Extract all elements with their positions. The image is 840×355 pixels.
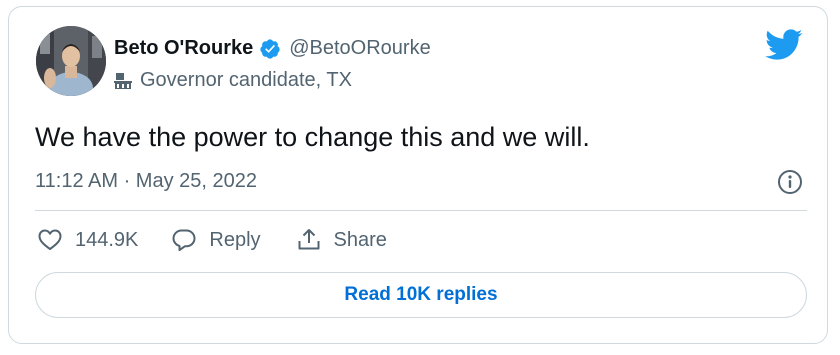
verified-badge-icon — [260, 38, 280, 59]
author-name-row: Beto O'Rourke @BetoORourke — [114, 37, 431, 60]
reply-icon — [172, 229, 196, 251]
government-building-icon — [114, 72, 132, 89]
share-icon — [298, 229, 320, 250]
share-button[interactable]: Share — [296, 227, 387, 253]
like-button[interactable]: 144.9K — [37, 227, 138, 253]
tweet-text: We have the power to change this and we … — [35, 122, 590, 152]
author-label: Governor candidate, TX — [140, 69, 352, 91]
tweet-timestamp[interactable]: 11:12 AM · May 25, 2022 — [35, 170, 257, 193]
share-label: Share — [333, 228, 387, 251]
reply-button[interactable]: Reply — [171, 227, 261, 253]
author-label-row: Governor candidate, TX — [113, 69, 352, 92]
avatar[interactable] — [36, 26, 106, 96]
info-icon[interactable] — [777, 169, 803, 195]
twitter-bird-icon[interactable] — [765, 29, 803, 61]
like-count: 144.9K — [75, 228, 139, 251]
tweet-card: Beto O'Rourke @BetoORourke Governor cand… — [8, 6, 828, 344]
divider — [35, 210, 807, 211]
heart-icon — [38, 229, 62, 250]
author-handle[interactable]: @BetoORourke — [289, 37, 430, 60]
reply-label: Reply — [209, 228, 261, 251]
read-replies-button[interactable]: Read 10K replies — [35, 272, 807, 318]
display-name[interactable]: Beto O'Rourke — [114, 37, 253, 60]
avatar-photo — [36, 26, 106, 96]
action-bar: 144.9K Reply Share — [37, 227, 387, 253]
